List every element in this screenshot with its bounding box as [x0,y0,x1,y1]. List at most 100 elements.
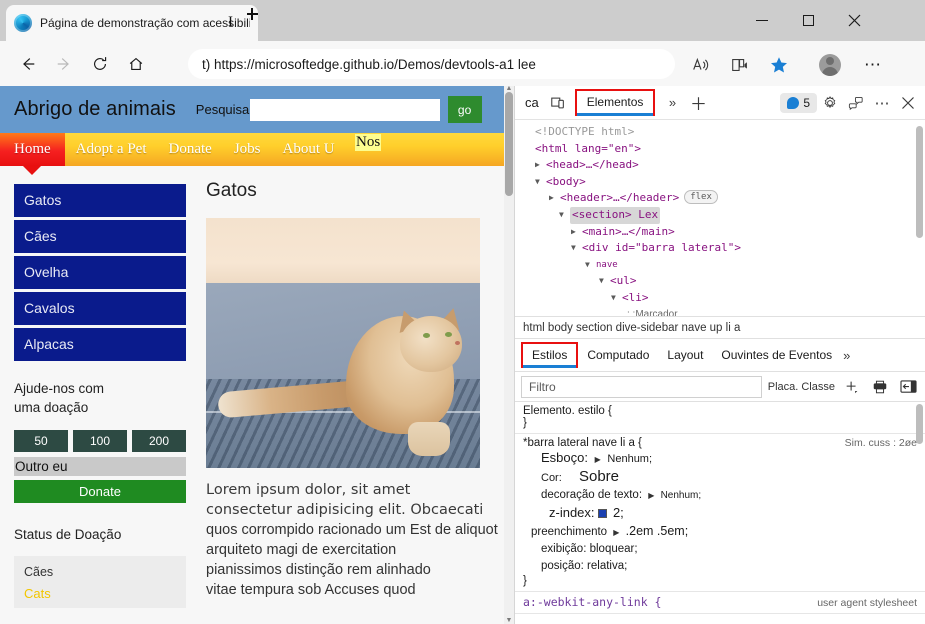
issues-badge[interactable]: 5 [780,92,817,113]
read-aloud-button[interactable] [683,49,719,81]
sidebar-item-alpacas[interactable]: Alpacas [14,328,186,361]
page-scrollbar[interactable]: ▲ ▼ [504,86,514,624]
expand-arrow-icon[interactable]: ▶ [610,528,622,537]
declaration-color[interactable]: Cor: Sobre [523,468,917,487]
styles-pane[interactable]: Elemento. estilo { } *barra lateral nave… [515,402,925,624]
tab-ouvintes-de-eventos[interactable]: Ouvintes de Eventos [712,344,841,366]
devtools-close-icon[interactable] [895,90,921,116]
search-input[interactable] [249,98,440,121]
sidebar-item-cavalos[interactable]: Cavalos [14,292,186,325]
dom-tree[interactable]: <!DOCTYPE html> <html lang="en"> ▶ <head… [515,120,925,316]
forward-button[interactable] [46,48,82,80]
favorite-star-button[interactable] [761,49,797,81]
address-bar[interactable]: t) https://microsoftedge.github.io/Demos… [188,49,675,79]
other-amount-input[interactable] [14,457,186,476]
window-close-button[interactable] [831,0,877,41]
collapse-triangle-icon[interactable]: ▼ [559,207,570,224]
reload-button[interactable] [82,48,118,80]
dom-row[interactable]: ▼ <body> [521,174,925,191]
declaration-z-index[interactable]: z-index: 2; [523,504,917,523]
back-button[interactable] [10,48,46,80]
dom-row[interactable]: ▶ <main>…</main> [521,224,925,241]
amount-button-50[interactable]: 50 [14,430,68,452]
declaration-position[interactable]: posição: relativa; [523,558,917,575]
breadcrumb[interactable]: html body section dive-sidebar nave up l… [515,316,925,339]
window-minimize-button[interactable] [739,0,785,41]
style-rule-webkit-any-link[interactable]: a:-webkit-any-link { user agent styleshe… [515,592,925,614]
declaration-display[interactable]: exibição: bloquear; [523,541,917,558]
donate-button[interactable]: Donate [14,480,186,503]
tab-elementos[interactable]: Elementos [574,89,656,116]
gear-icon[interactable] [817,90,843,116]
print-style-icon[interactable] [869,376,891,398]
styles-filter-input[interactable] [521,375,762,398]
collapse-triangle-icon[interactable]: ▼ [585,257,596,274]
nav-item-jobs[interactable]: Jobs [223,133,272,166]
scroll-down-arrow-icon[interactable]: ▼ [505,617,513,624]
tab-computado[interactable]: Computado [578,344,658,366]
nav-item-home[interactable]: Home [0,133,65,166]
collapse-triangle-icon[interactable]: ▼ [535,174,546,191]
sidebar-item-gatos[interactable]: Gatos [14,184,186,217]
styles-tabs-more-icon[interactable]: » [841,348,850,363]
declaration-padding[interactable]: preenchimento ▶ .2em .5em; [523,523,917,541]
dom-row[interactable]: <html lang="en"> [521,141,925,158]
declaration-value[interactable]: 2; [613,505,624,520]
feedback-icon[interactable] [843,90,869,116]
expand-arrow-icon[interactable]: ▶ [645,491,657,500]
declaration-text-decoration[interactable]: decoração de texto: ▶ Nenhum; [523,487,917,504]
page-scroll-thumb[interactable] [505,92,513,196]
declaration-value[interactable]: .2em .5em; [626,524,689,538]
expand-arrow-icon[interactable]: ▶ [592,455,604,464]
new-style-rule-icon[interactable] [841,376,863,398]
collapse-triangle-icon[interactable]: ▼ [599,273,610,290]
search-go-button[interactable]: go [447,96,482,123]
profile-avatar[interactable] [812,49,848,81]
immersive-reader-button[interactable] [722,49,758,81]
declaration-value[interactable]: bloquear; [590,543,638,555]
expand-triangle-icon[interactable]: ▶ [549,190,560,207]
styles-scrollbar[interactable] [916,404,923,444]
home-button[interactable] [118,48,154,80]
nav-item-donate[interactable]: Donate [158,133,223,166]
color-swatch-icon[interactable] [597,509,607,518]
sidebar-item-caes[interactable]: Cães [14,220,186,253]
dom-row[interactable]: ▶ <header>…</header> flex [521,190,925,207]
dom-row[interactable]: <!DOCTYPE html> [521,124,925,141]
dom-row[interactable]: : :Marcador [521,307,925,316]
window-maximize-button[interactable] [785,0,831,41]
browser-tab[interactable]: Página de demonstração com acessibilidad… [6,5,258,41]
style-rule-element[interactable]: Elemento. estilo { } [515,402,925,434]
dom-row[interactable]: ▼ <ul> [521,273,925,290]
tab-estilos[interactable]: Estilos [521,342,579,368]
sidebar-item-ovelha[interactable]: Ovelha [14,256,186,289]
dom-row[interactable]: ▼ <li> [521,290,925,307]
more-tabs-chevron-icon[interactable]: » [659,90,685,116]
add-panel-plus-icon[interactable]: ＋ [685,90,711,116]
declaration-value[interactable]: Sobre [565,468,619,485]
dom-row[interactable]: ▶ <head>…</head> [521,157,925,174]
declaration-outline[interactable]: Esboço: ▶ Nenhum; [523,449,917,468]
devtools-more-icon[interactable]: ⋯ [869,90,895,116]
collapse-triangle-icon[interactable]: ▼ [611,290,622,307]
expand-triangle-icon[interactable]: ▶ [571,224,582,241]
tab-layout[interactable]: Layout [658,344,712,366]
dom-row[interactable]: ▼ nave [521,257,925,274]
amount-button-100[interactable]: 100 [73,430,127,452]
declaration-value[interactable]: Nenhum; [661,490,702,501]
browser-more-button[interactable]: ⋯ [855,49,891,81]
declaration-value[interactable]: relativa; [587,560,627,572]
dom-tree-scrollbar[interactable] [916,126,923,238]
declaration-value[interactable]: Nenhum; [607,453,652,465]
dom-row[interactable]: ▼ <section> Lex [521,206,925,224]
dom-row[interactable]: ▼ <div id="barra lateral"> [521,240,925,257]
nav-item-about[interactable]: About U [272,133,346,166]
nav-item-adopt[interactable]: Adopt a Pet [65,133,158,166]
device-toolbar-icon[interactable] [545,90,571,116]
class-toggle-label[interactable]: Placa. Classe [768,381,835,393]
style-rule-sidebar-nav-li-a[interactable]: *barra lateral nave li a { Sim. cuss : 2… [515,434,925,592]
flex-badge[interactable]: flex [684,190,718,205]
amount-button-200[interactable]: 200 [132,430,186,452]
expand-triangle-icon[interactable]: ▶ [535,157,546,174]
collapse-triangle-icon[interactable]: ▼ [571,240,582,257]
